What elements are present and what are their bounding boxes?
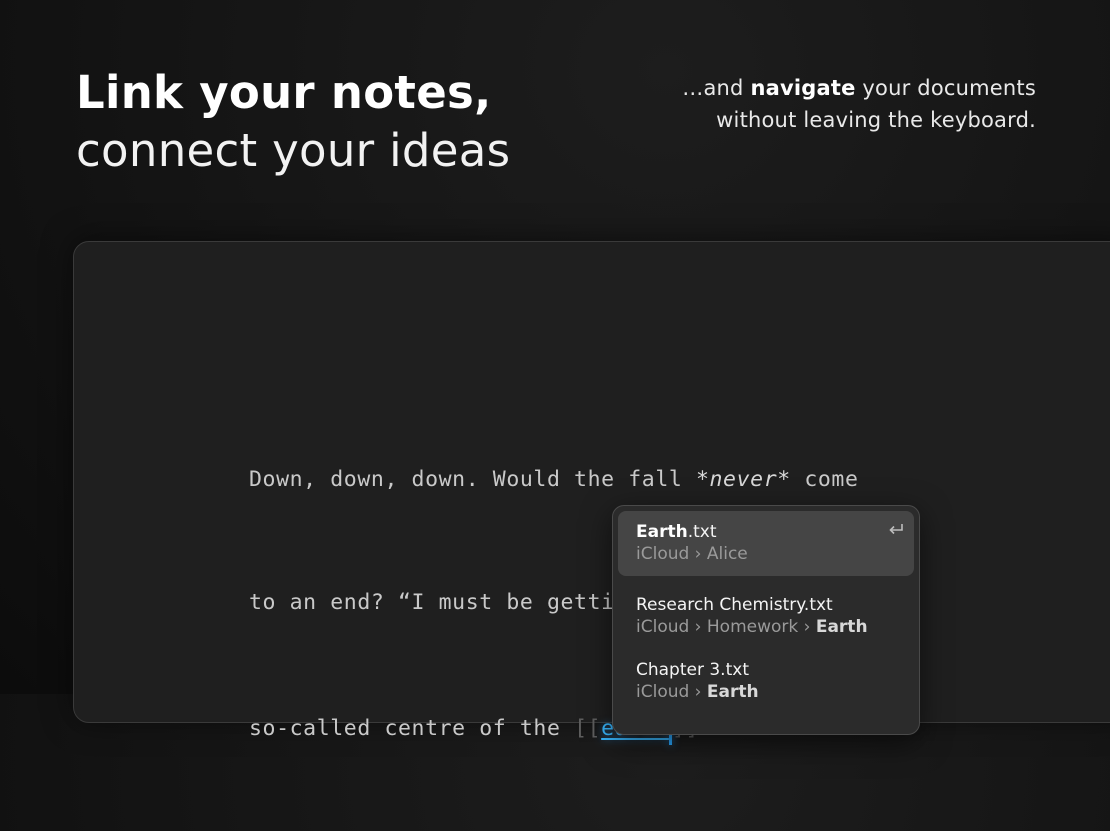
suggestion-item-chapter-3[interactable]: Chapter 3.txt iCloud › Earth — [618, 651, 914, 702]
suggestion-path-bold: Earth — [706, 682, 759, 702]
headline-bold: Link your notes, — [76, 66, 492, 119]
line3-text-a: so-called centre of the — [249, 716, 575, 741]
suggestion-path-text: iCloud › — [636, 682, 707, 702]
line1-text-b: come — [790, 467, 859, 492]
suggestion-path: iCloud › Earth — [636, 681, 896, 703]
suggestion-item-earth[interactable]: Earth.txt iCloud › Alice — [618, 511, 914, 576]
tagline-bold: navigate — [750, 76, 856, 100]
suggestion-item-research-chemistry[interactable]: Research Chemistry.txt iCloud › Homework… — [618, 586, 914, 637]
headline-light: connect your ideas — [76, 124, 511, 177]
hero-tagline: …and navigate your documents without lea… — [682, 72, 1036, 136]
line1-emphasis: *never* — [695, 467, 791, 492]
tagline-line2: without leaving the keyboard. — [716, 108, 1036, 132]
suggestion-path-text: iCloud › Alice — [636, 544, 748, 564]
suggestion-path-text: iCloud › Homework › — [636, 617, 816, 637]
tagline-rest: your documents — [855, 76, 1036, 100]
tagline-prefix: …and — [682, 76, 751, 100]
editor-line-1: Down, down, down. Would the fall *never*… — [249, 459, 899, 500]
suggestion-title-rest: .txt — [687, 522, 717, 542]
suggestion-path: iCloud › Homework › Earth — [636, 616, 896, 638]
suggestion-path-bold: Earth — [815, 617, 868, 637]
tagline-line1: …and navigate your documents — [682, 72, 1036, 104]
suggestion-title: Research Chemistry.txt — [636, 595, 833, 615]
hero-headline: Link your notes, connect your ideas — [76, 64, 510, 180]
return-key-icon — [889, 524, 903, 535]
editor-window: Down, down, down. Would the fall *never*… — [73, 241, 1110, 745]
link-autocomplete-popup: Earth.txt iCloud › Alice Research Chemis… — [612, 505, 920, 735]
link-bracket-open: [[ — [574, 716, 602, 741]
suggestion-path: iCloud › Alice — [636, 543, 896, 565]
suggestion-title: Earth.txt — [636, 521, 896, 543]
suggestion-title-bold: Earth — [636, 522, 688, 542]
suggestion-title: Chapter 3.txt — [636, 660, 749, 680]
line1-text-a: Down, down, down. Would the fall — [249, 467, 696, 492]
